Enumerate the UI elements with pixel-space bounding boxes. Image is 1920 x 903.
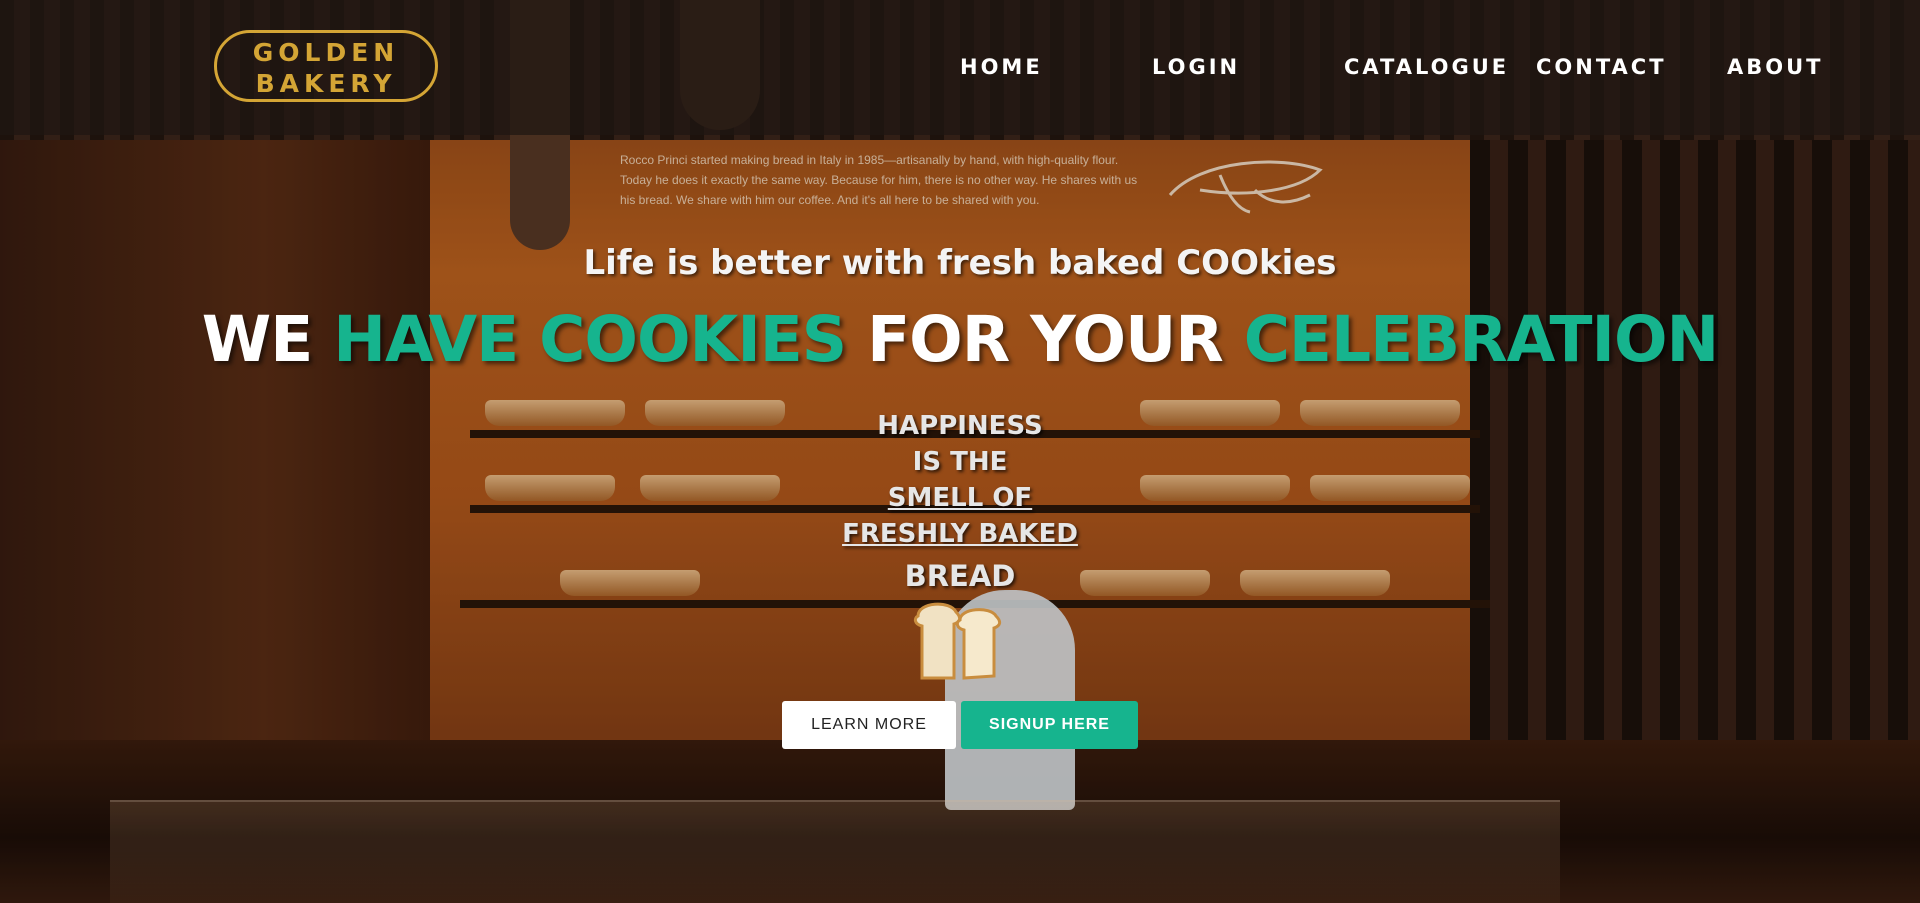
nav-about[interactable]: ABOUT	[1727, 55, 1824, 79]
signup-button[interactable]: SIGNUP HERE	[961, 701, 1138, 749]
brand-line-1: GOLDEN	[252, 38, 400, 67]
slogan-line-4: FRESHLY BAKED	[842, 519, 1078, 549]
hero-tagline: Life is better with fresh baked COOkies	[583, 243, 1337, 283]
headline-accent-2: CELEBRATION	[1243, 303, 1720, 376]
slogan-line-2: IS THE	[912, 447, 1008, 477]
hero-headline: WE HAVE COOKIES FOR YOUR CELEBRATION	[0, 303, 1920, 376]
bread-slice-icon	[910, 598, 1010, 680]
headline-part-1: WE	[201, 303, 334, 376]
slogan-line-3: SMELL OF	[887, 483, 1033, 513]
nav-login[interactable]: LOGIN	[1152, 55, 1240, 79]
headline-accent-1: HAVE COOKIES	[333, 303, 847, 376]
nav-home[interactable]: HOME	[960, 55, 1043, 79]
site-header: GOLDEN BAKERY HOME LOGIN CATALOGUE CONTA…	[0, 0, 1920, 135]
brand-line-2: BAKERY	[255, 69, 397, 98]
nav-catalogue[interactable]: CATALOGUE	[1344, 55, 1509, 79]
nav-contact[interactable]: CONTACT	[1536, 55, 1667, 79]
slogan-line-1: HAPPINESS	[877, 411, 1043, 441]
headline-part-3: FOR YOUR	[846, 303, 1244, 376]
slogan-line-5: BREAD	[904, 559, 1016, 593]
learn-more-button[interactable]: LEARN MORE	[782, 701, 956, 749]
brand-logo[interactable]: GOLDEN BAKERY	[214, 30, 438, 102]
